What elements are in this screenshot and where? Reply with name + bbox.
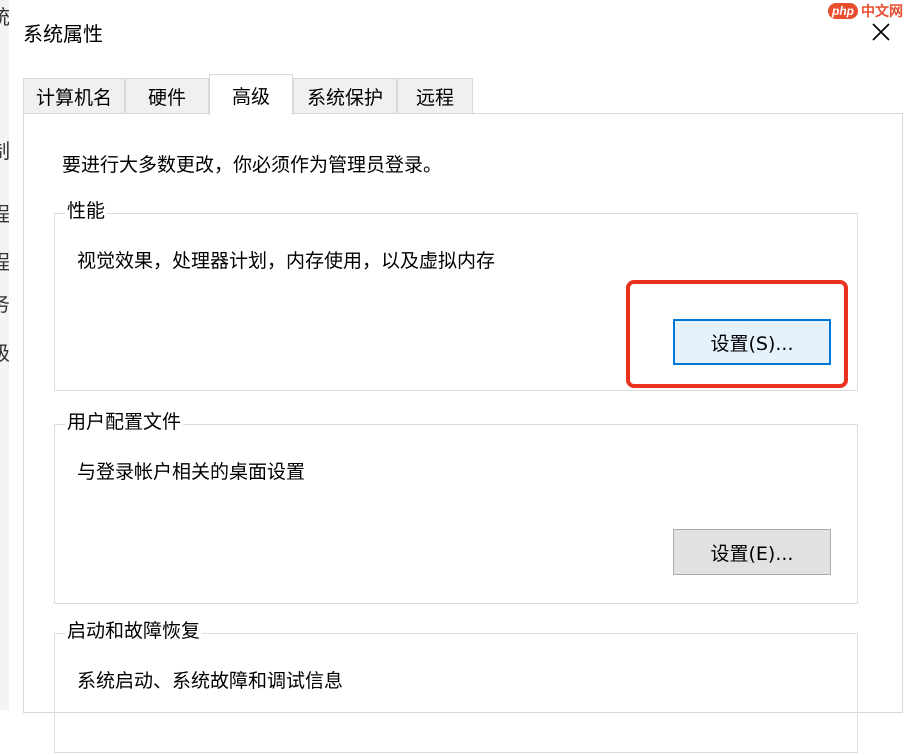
performance-group-title: 性能 <box>65 199 108 223</box>
performance-settings-button[interactable]: 设置(S)... <box>673 319 831 365</box>
user-profiles-settings-button[interactable]: 设置(E)... <box>673 529 831 575</box>
admin-notice: 要进行大多数更改，你必须作为管理员登录。 <box>62 154 443 176</box>
performance-group: 性能 视觉效果，处理器计划，内存使用，以及虚拟内存 设置(S)... <box>54 199 858 391</box>
window-title: 系统属性 <box>23 22 103 46</box>
close-button[interactable] <box>853 8 909 56</box>
tab-computer-name[interactable]: 计算机名 <box>23 78 125 114</box>
advanced-tab-panel: 要进行大多数更改，你必须作为管理员登录。 性能 视觉效果，处理器计划，内存使用，… <box>23 113 903 753</box>
system-properties-dialog: 系统属性 php 中文网 计算机名 硬件 高级 系统保护 远程 要进行大多数更改… <box>9 0 909 753</box>
tab-hardware[interactable]: 硬件 <box>125 78 209 114</box>
title-bar[interactable]: 系统属性 php 中文网 <box>9 0 909 64</box>
performance-description: 视觉效果，处理器计划，内存使用，以及虚拟内存 <box>77 250 496 272</box>
tab-strip: 计算机名 硬件 高级 系统保护 远程 <box>23 74 903 115</box>
user-profiles-group-title: 用户配置文件 <box>65 410 184 434</box>
user-profiles-group: 用户配置文件 与登录帐户相关的桌面设置 设置(E)... <box>54 410 858 604</box>
startup-recovery-description: 系统启动、系统故障和调试信息 <box>77 670 344 692</box>
close-icon <box>872 23 890 41</box>
startup-recovery-group: 启动和故障恢复 系统启动、系统故障和调试信息 <box>54 619 858 753</box>
tab-system-protection[interactable]: 系统保护 <box>293 78 397 114</box>
tab-remote[interactable]: 远程 <box>397 78 473 114</box>
startup-recovery-group-title: 启动和故障恢复 <box>65 619 203 643</box>
user-profiles-description: 与登录帐户相关的桌面设置 <box>77 461 306 483</box>
tab-advanced[interactable]: 高级 <box>209 74 293 115</box>
